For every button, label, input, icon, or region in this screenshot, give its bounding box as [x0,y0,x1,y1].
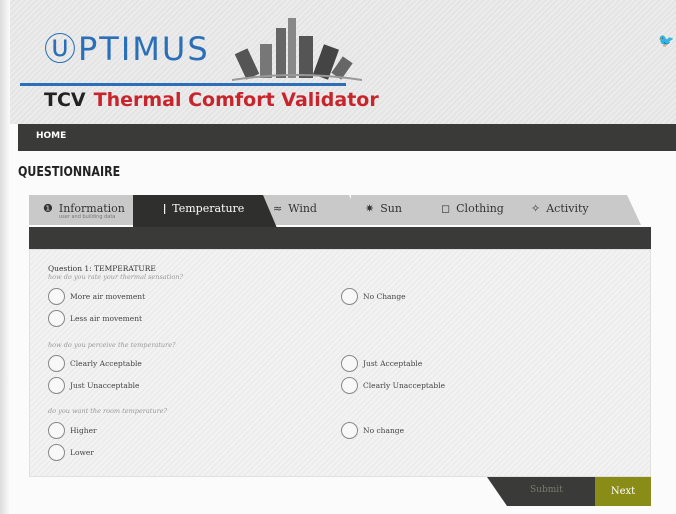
question-prompt: do you want the room temperature? [48,407,168,415]
submit-button[interactable]: Submit [530,485,563,495]
option-label: No Change [363,292,406,301]
header: ⓊPTIMUS TCV Thermal Comfort Validator 🐦 [10,0,676,124]
option-label: Clearly Unacceptable [363,381,446,390]
page-shadow [0,0,10,514]
tab-label: Wind [288,202,317,215]
radio-button[interactable] [48,422,65,439]
radio-button[interactable] [341,355,358,372]
page: ⓊPTIMUS TCV Thermal Comfort Validator 🐦 H… [0,0,676,514]
top-nav: HOME [18,124,676,151]
tab-label: Temperature [172,202,245,215]
app-abbr: TCV [44,89,86,111]
radio-button[interactable] [48,310,65,327]
tab-activity[interactable]: ✧ Activity [517,195,641,225]
tab-temperature[interactable]: ǀ Temperature [133,195,277,228]
option-label: Higher [70,426,97,435]
nav-home-link[interactable]: HOME [36,131,66,141]
tab-sublabel: user and building data [59,214,116,220]
clothing-icon: ◻ [441,202,451,215]
city-skyline-icon [232,18,362,81]
option-label: Just Acceptable [363,359,423,368]
tab-information[interactable]: ❶ Information user and building data [29,195,147,225]
radio-button[interactable] [341,377,358,394]
tab-label: Clothing [456,202,504,215]
option-label: No change [363,426,405,435]
tab-panel-bar [29,227,651,249]
option-label: More air movement [70,292,146,301]
page-title: QUESTIONNAIRE [18,165,121,180]
logo-underline [20,83,346,86]
radio-button[interactable] [48,444,65,461]
thermometer-icon: ǀ [163,202,167,215]
sun-icon: ✷ [365,202,375,215]
wind-icon: ≈ [273,202,283,215]
radio-button[interactable] [48,377,65,394]
option-label: Clearly Acceptable [70,359,142,368]
question-prompt: how do you perceive the temperature? [48,341,176,349]
radio-button[interactable] [48,355,65,372]
question-prompt: how do you rate your thermal sensation? [48,273,183,281]
option-label: Less air movement [70,314,143,323]
tab-wind[interactable]: ≈ Wind [259,195,363,225]
radio-button[interactable] [341,422,358,439]
option-label: Lower [70,448,94,457]
tab-label: Sun [380,202,402,215]
radio-button[interactable] [341,288,358,305]
app-title: TCV Thermal Comfort Validator [44,89,379,111]
tab-strip: ❶ Information user and building data ≈ Win… [29,195,651,228]
next-button[interactable]: Next [595,477,651,506]
person-icon: ✧ [531,202,541,215]
app-full-name: Thermal Comfort Validator [93,89,379,111]
info-icon: ❶ [43,202,53,215]
radio-button[interactable] [48,288,65,305]
option-label: Just Unacceptable [70,381,140,390]
question-panel: Question 1: TEMPERATURE how do you rate … [29,249,651,477]
tab-label: Activity [546,202,589,215]
brand-logo[interactable]: ⓊPTIMUS [44,24,210,70]
question-title: Question 1: TEMPERATURE [48,264,156,273]
twitter-icon[interactable]: 🐦 [658,34,674,49]
